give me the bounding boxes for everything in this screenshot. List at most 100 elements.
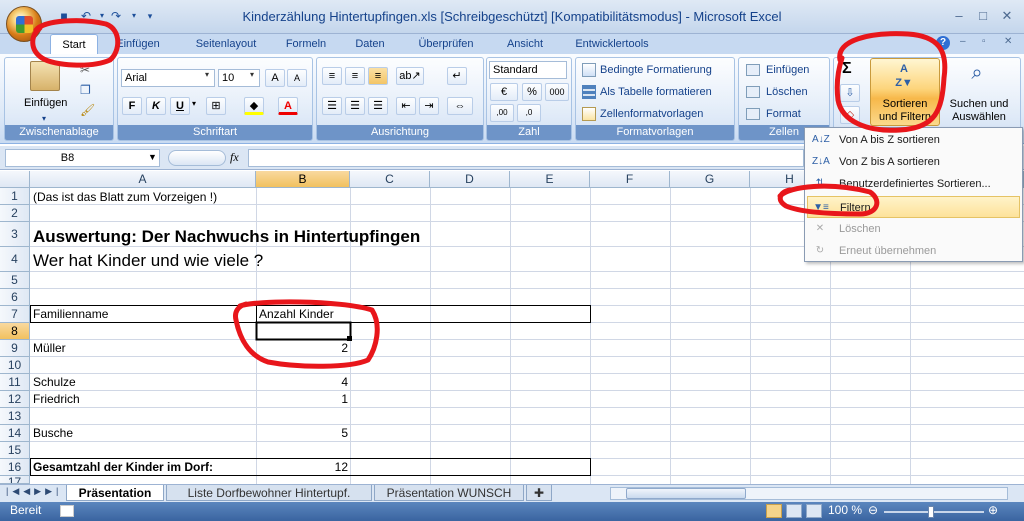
fill-color-icon[interactable]: ◆ — [244, 97, 264, 115]
row-header[interactable]: 9 — [0, 340, 30, 357]
chevron-down-icon[interactable]: ▾ — [205, 70, 209, 79]
percent-button[interactable]: % — [522, 83, 542, 101]
sheet-tab-wunsch[interactable]: Präsentation WUNSCH — [374, 485, 524, 501]
currency-icon[interactable]: € — [490, 83, 518, 101]
row-header[interactable]: 11 — [0, 374, 30, 391]
chevron-down-icon[interactable]: ▼ — [148, 152, 157, 162]
cell-a3[interactable]: Auswertung: Der Nachwuchs in Hintertupfi… — [33, 227, 420, 247]
tab-entwicklertools[interactable]: Entwicklertools — [566, 34, 658, 54]
page-layout-view-icon[interactable] — [786, 504, 802, 518]
tab-seitenlayout[interactable]: Seitenlayout — [186, 34, 266, 54]
font-color-icon[interactable]: A — [278, 97, 298, 115]
column-header[interactable]: A — [30, 171, 256, 188]
format-painter-icon[interactable]: 🖌 — [80, 103, 95, 117]
row-header[interactable]: 6 — [0, 289, 30, 306]
row-header[interactable]: 5 — [0, 272, 30, 289]
row-header[interactable]: 16 — [0, 459, 30, 476]
align-top-icon[interactable]: ≡ — [322, 67, 342, 85]
cell-a12[interactable]: Friedrich — [33, 392, 80, 406]
name-box[interactable]: B8 — [5, 149, 160, 167]
orientation-icon[interactable]: ab↗ — [396, 67, 424, 85]
find-select-label-2[interactable]: Auswählen — [944, 109, 1014, 125]
grow-font-button[interactable]: A — [265, 69, 285, 87]
align-center-icon[interactable]: ☰ — [345, 97, 365, 115]
cell-a11[interactable]: Schulze — [33, 375, 76, 389]
page-break-view-icon[interactable] — [806, 504, 822, 518]
row-header[interactable]: 15 — [0, 442, 30, 459]
row-header[interactable]: 3 — [0, 222, 30, 247]
align-left-icon[interactable]: ☰ — [322, 97, 342, 115]
underline-button[interactable]: U — [170, 97, 190, 115]
align-middle-icon[interactable]: ≡ — [345, 67, 365, 85]
insert-sheet-icon[interactable]: ✚ — [526, 485, 552, 501]
column-header[interactable]: B — [256, 171, 350, 188]
ribbon-restore-icon[interactable]: ▫ — [982, 36, 986, 47]
cell-styles-button[interactable]: Zellenformatvorlagen — [600, 106, 703, 122]
increase-indent-icon[interactable]: ⇥ — [419, 97, 439, 115]
row-header[interactable]: 12 — [0, 391, 30, 408]
cell-b14[interactable]: 5 — [256, 426, 348, 440]
increase-decimal-icon[interactable]: ,00 — [490, 104, 514, 122]
ribbon-minimize-icon[interactable]: – — [960, 36, 966, 47]
menu-item-sort-a-z[interactable]: A↓Z Von A bis Z sortieren — [807, 129, 1020, 151]
column-header[interactable]: D — [430, 171, 510, 188]
zoom-level[interactable]: 100 % — [828, 503, 862, 517]
zoom-out-icon[interactable]: ⊖ — [868, 503, 878, 517]
cell-a16[interactable]: Gesamtzahl der Kinder im Dorf: — [33, 460, 213, 474]
zoom-slider[interactable] — [884, 511, 984, 513]
cell-b16[interactable]: 12 — [256, 460, 348, 474]
clear-icon[interactable]: ◇ — [840, 106, 860, 124]
chevron-down-icon[interactable]: ▾ — [192, 99, 196, 108]
cell-a4[interactable]: Wer hat Kinder und wie viele ? — [33, 251, 263, 271]
menu-item-sort-z-a[interactable]: Z↓A Von Z bis A sortieren — [807, 151, 1020, 173]
insert-cells-button[interactable]: Einfügen — [766, 62, 809, 78]
fill-icon[interactable]: ⇩ — [840, 84, 860, 102]
row-header[interactable]: 4 — [0, 247, 30, 272]
help-icon[interactable]: ? — [936, 36, 950, 50]
tab-ansicht[interactable]: Ansicht — [496, 34, 554, 54]
cell-a9[interactable]: Müller — [33, 341, 66, 355]
cell-a1[interactable]: (Das ist das Blatt zum Vorzeigen !) — [33, 190, 217, 204]
font-name-select[interactable]: Arial — [121, 69, 215, 87]
row-header[interactable]: 1 — [0, 188, 30, 205]
tab-einfuegen[interactable]: Einfügen — [106, 34, 170, 54]
sheet-tab-liste[interactable]: Liste Dorfbewohner Hintertupf. — [166, 485, 372, 501]
bold-button[interactable]: F — [122, 97, 142, 115]
cut-icon[interactable]: ✂ — [80, 63, 90, 77]
column-header[interactable]: G — [670, 171, 750, 188]
zoom-in-icon[interactable]: ⊕ — [988, 503, 998, 517]
paste-icon[interactable] — [30, 61, 60, 91]
row-header[interactable]: 13 — [0, 408, 30, 425]
decrease-decimal-icon[interactable]: ,0 — [517, 104, 541, 122]
column-header[interactable]: F — [590, 171, 670, 188]
column-header[interactable]: E — [510, 171, 590, 188]
menu-item-custom-sort[interactable]: ⇅ Benutzerdefiniertes Sortieren... — [807, 173, 1020, 195]
scrollbar-thumb[interactable] — [626, 488, 746, 499]
menu-item-filter[interactable]: ▼≡ Filtern — [807, 196, 1020, 218]
shrink-font-button[interactable]: A — [287, 69, 307, 87]
delete-cells-button[interactable]: Löschen — [766, 84, 808, 100]
cell-a7[interactable]: Familienname — [33, 307, 108, 321]
ribbon-close-icon[interactable]: ✕ — [1004, 36, 1012, 47]
cell-b12[interactable]: 1 — [256, 392, 348, 406]
row-header[interactable]: 2 — [0, 205, 30, 222]
row-header[interactable]: 14 — [0, 425, 30, 442]
tab-formeln[interactable]: Formeln — [278, 34, 334, 54]
row-header[interactable]: 17 — [0, 476, 30, 484]
format-as-table-button[interactable]: Als Tabelle formatieren — [600, 84, 712, 100]
conditional-format-button[interactable]: Bedingte Formatierung — [600, 62, 712, 78]
merge-center-icon[interactable]: ⇔ — [447, 97, 473, 115]
macro-record-icon[interactable] — [60, 505, 74, 517]
zoom-slider-thumb[interactable] — [928, 506, 934, 518]
cell-b11[interactable]: 4 — [256, 375, 348, 389]
insert-function-button[interactable]: fx — [230, 150, 239, 165]
sheet-navigation-icon[interactable]: |◀◀▶▶| — [6, 486, 62, 497]
wrap-text-icon[interactable]: ↵ — [447, 67, 467, 85]
italic-button[interactable]: K — [146, 97, 166, 115]
chevron-down-icon[interactable]: ▾ — [250, 70, 254, 79]
paste-button[interactable]: Einfügen — [24, 95, 67, 111]
autosum-button[interactable]: Σ — [842, 60, 852, 78]
paste-dropdown-icon[interactable]: ▾ — [42, 111, 46, 127]
minimize-button[interactable]: – — [948, 7, 970, 25]
column-header[interactable]: C — [350, 171, 430, 188]
